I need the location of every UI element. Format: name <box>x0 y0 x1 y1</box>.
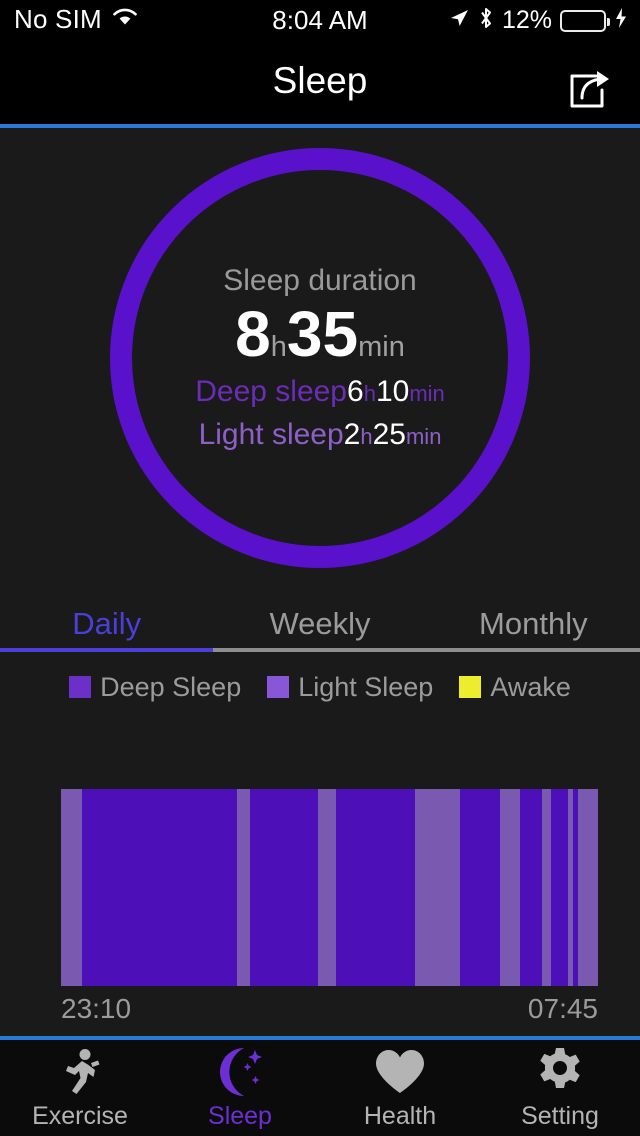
tab-daily[interactable]: Daily <box>0 596 213 652</box>
status-bar-right: 12% <box>448 6 628 35</box>
total-minutes-unit: min <box>358 331 405 363</box>
deep-sleep-row: Deep sleep 6 h 10 min <box>195 375 445 409</box>
legend-swatch-icon <box>267 676 290 698</box>
light-sleep-label: Light sleep <box>198 418 344 451</box>
light-sleep-row: Light sleep 2 h 25 min <box>199 418 442 452</box>
sleep-duration-label: Sleep duration <box>223 264 417 297</box>
hypnogram-band <box>550 789 568 986</box>
tab-active-indicator <box>0 648 214 652</box>
sleep-duration-value: 8 h 35 min <box>235 302 405 366</box>
bottom-nav-item-exercise[interactable]: Exercise <box>0 1040 160 1136</box>
bottom-nav-label: Exercise <box>32 1101 128 1130</box>
deep-sleep-hours-unit: h <box>363 381 376 406</box>
light-sleep-minutes: 25 <box>372 418 406 451</box>
page-title: Sleep <box>272 60 368 101</box>
legend-item: Light Sleep <box>267 672 433 703</box>
chart-start-time: 23:10 <box>61 993 132 1024</box>
hypnogram-band <box>237 789 250 986</box>
total-minutes-value: 35 <box>286 298 359 370</box>
deep-sleep-label: Deep sleep <box>195 375 347 408</box>
light-sleep-hours-unit: h <box>360 424 373 449</box>
hypnogram-band <box>500 789 520 986</box>
tab-monthly[interactable]: Monthly <box>427 596 640 652</box>
hypnogram-band <box>542 789 551 986</box>
tab-label: Daily <box>72 606 142 641</box>
bottom-nav-item-sleep[interactable]: Sleep <box>160 1040 320 1136</box>
total-hours-value: 8 <box>235 298 271 370</box>
nav-header: Sleep <box>0 44 640 125</box>
deep-sleep-hours: 6 <box>347 375 364 408</box>
hypnogram-chart[interactable] <box>61 789 598 986</box>
bottom-nav-item-health[interactable]: Health <box>320 1040 480 1136</box>
heart-icon <box>374 1046 426 1098</box>
ring-center-content: Sleep duration 8 h 35 min Deep sleep 6 h… <box>110 148 530 568</box>
chart-time-axis: 23:10 07:45 <box>61 993 598 1029</box>
share-icon[interactable] <box>566 68 612 110</box>
hypnogram-band <box>250 789 318 986</box>
battery-icon <box>560 9 610 32</box>
hypnogram-band <box>336 789 415 986</box>
charging-bolt-icon <box>614 7 628 34</box>
hypnogram-band <box>577 789 598 986</box>
legend-label: Light Sleep <box>298 671 434 702</box>
bottom-nav-label: Setting <box>521 1101 599 1130</box>
location-arrow-icon <box>448 7 470 34</box>
sleep-ring-section: Sleep duration 8 h 35 min Deep sleep 6 h… <box>0 128 640 590</box>
hypnogram-band <box>415 789 460 986</box>
deep-sleep-minutes-unit: min <box>409 381 445 406</box>
hypnogram-band <box>460 789 500 986</box>
status-bar: No SIM 8:04 AM 12% <box>0 0 640 44</box>
bottom-nav-label: Sleep <box>208 1101 272 1130</box>
deep-sleep-minutes: 10 <box>375 375 410 408</box>
bottom-nav-item-setting[interactable]: Setting <box>480 1040 640 1136</box>
legend-label: Deep Sleep <box>100 671 242 702</box>
legend-item: Deep Sleep <box>69 672 241 703</box>
light-sleep-minutes-unit: min <box>405 424 442 449</box>
hypnogram-band <box>82 789 237 986</box>
running-person-icon <box>55 1046 105 1098</box>
chart-legend: Deep Sleep Light Sleep Awake <box>0 668 640 706</box>
tab-label: Monthly <box>479 606 588 641</box>
hypnogram-band <box>318 789 336 986</box>
total-hours-unit: h <box>270 331 287 363</box>
bottom-nav: Exercise Sleep Health Setting <box>0 1040 640 1136</box>
legend-swatch-icon <box>69 676 92 698</box>
chart-end-time: 07:45 <box>527 993 598 1024</box>
tab-weekly[interactable]: Weekly <box>213 596 426 652</box>
legend-label: Awake <box>490 671 571 702</box>
sleep-screen: No SIM 8:04 AM 12% Sleep Sleep duration … <box>0 0 640 1136</box>
tab-label: Weekly <box>269 606 371 641</box>
hypnogram-band <box>520 789 542 986</box>
bluetooth-icon <box>478 6 494 35</box>
legend-swatch-icon <box>459 676 482 698</box>
hypnogram-band <box>61 789 82 986</box>
battery-percent-label: 12% <box>501 6 552 34</box>
gear-icon <box>535 1046 585 1098</box>
bottom-nav-label: Health <box>363 1101 437 1130</box>
period-tabs: Daily Weekly Monthly <box>0 596 640 652</box>
legend-item: Awake <box>459 672 571 703</box>
moon-stars-icon <box>214 1046 266 1098</box>
light-sleep-hours: 2 <box>343 418 361 451</box>
